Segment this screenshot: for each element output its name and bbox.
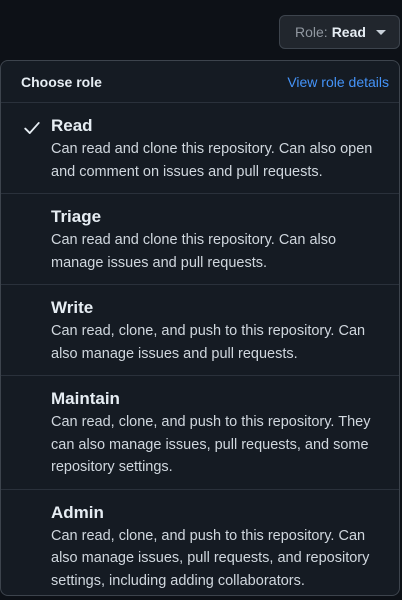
role-option-name: Triage xyxy=(51,207,102,226)
role-button-value: Read xyxy=(331,24,366,40)
menu-header: Choose role View role details xyxy=(1,61,399,103)
role-option-description: Can read, clone, and push to this reposi… xyxy=(51,323,366,362)
role-option-description: Can read, clone, and push to this reposi… xyxy=(51,414,371,475)
role-option-name: Maintain xyxy=(51,389,120,408)
role-menu: Choose role View role details Read Can r… xyxy=(0,60,400,596)
role-option-description: Can read and clone this repository. Can … xyxy=(51,141,373,180)
role-dropdown-button[interactable]: Role: Read xyxy=(279,15,400,49)
check-icon xyxy=(24,122,40,134)
role-option-admin[interactable]: Admin Can read, clone, and push to this … xyxy=(1,490,399,596)
role-option-write[interactable]: Write Can read, clone, and push to this … xyxy=(1,285,399,376)
role-option-description: Can read, clone, and push to this reposi… xyxy=(51,527,370,589)
role-button-label: Role: xyxy=(295,24,328,40)
role-option-name: Write xyxy=(51,298,94,317)
role-option-name: Admin xyxy=(51,502,104,522)
role-option-read[interactable]: Read Can read and clone this repository.… xyxy=(1,103,399,194)
role-option-triage[interactable]: Triage Can read and clone this repositor… xyxy=(1,194,399,285)
top-bar: Role: Read xyxy=(0,0,402,60)
caret-down-icon xyxy=(375,29,386,35)
page: Role: Read Choose role View role details… xyxy=(0,0,402,600)
role-option-maintain[interactable]: Maintain Can read, clone, and push to th… xyxy=(1,376,399,490)
menu-title: Choose role xyxy=(21,73,102,90)
role-option-description: Can read and clone this repository. Can … xyxy=(51,232,337,271)
view-role-details-link[interactable]: View role details xyxy=(287,74,389,90)
role-option-name: Read xyxy=(51,116,93,135)
